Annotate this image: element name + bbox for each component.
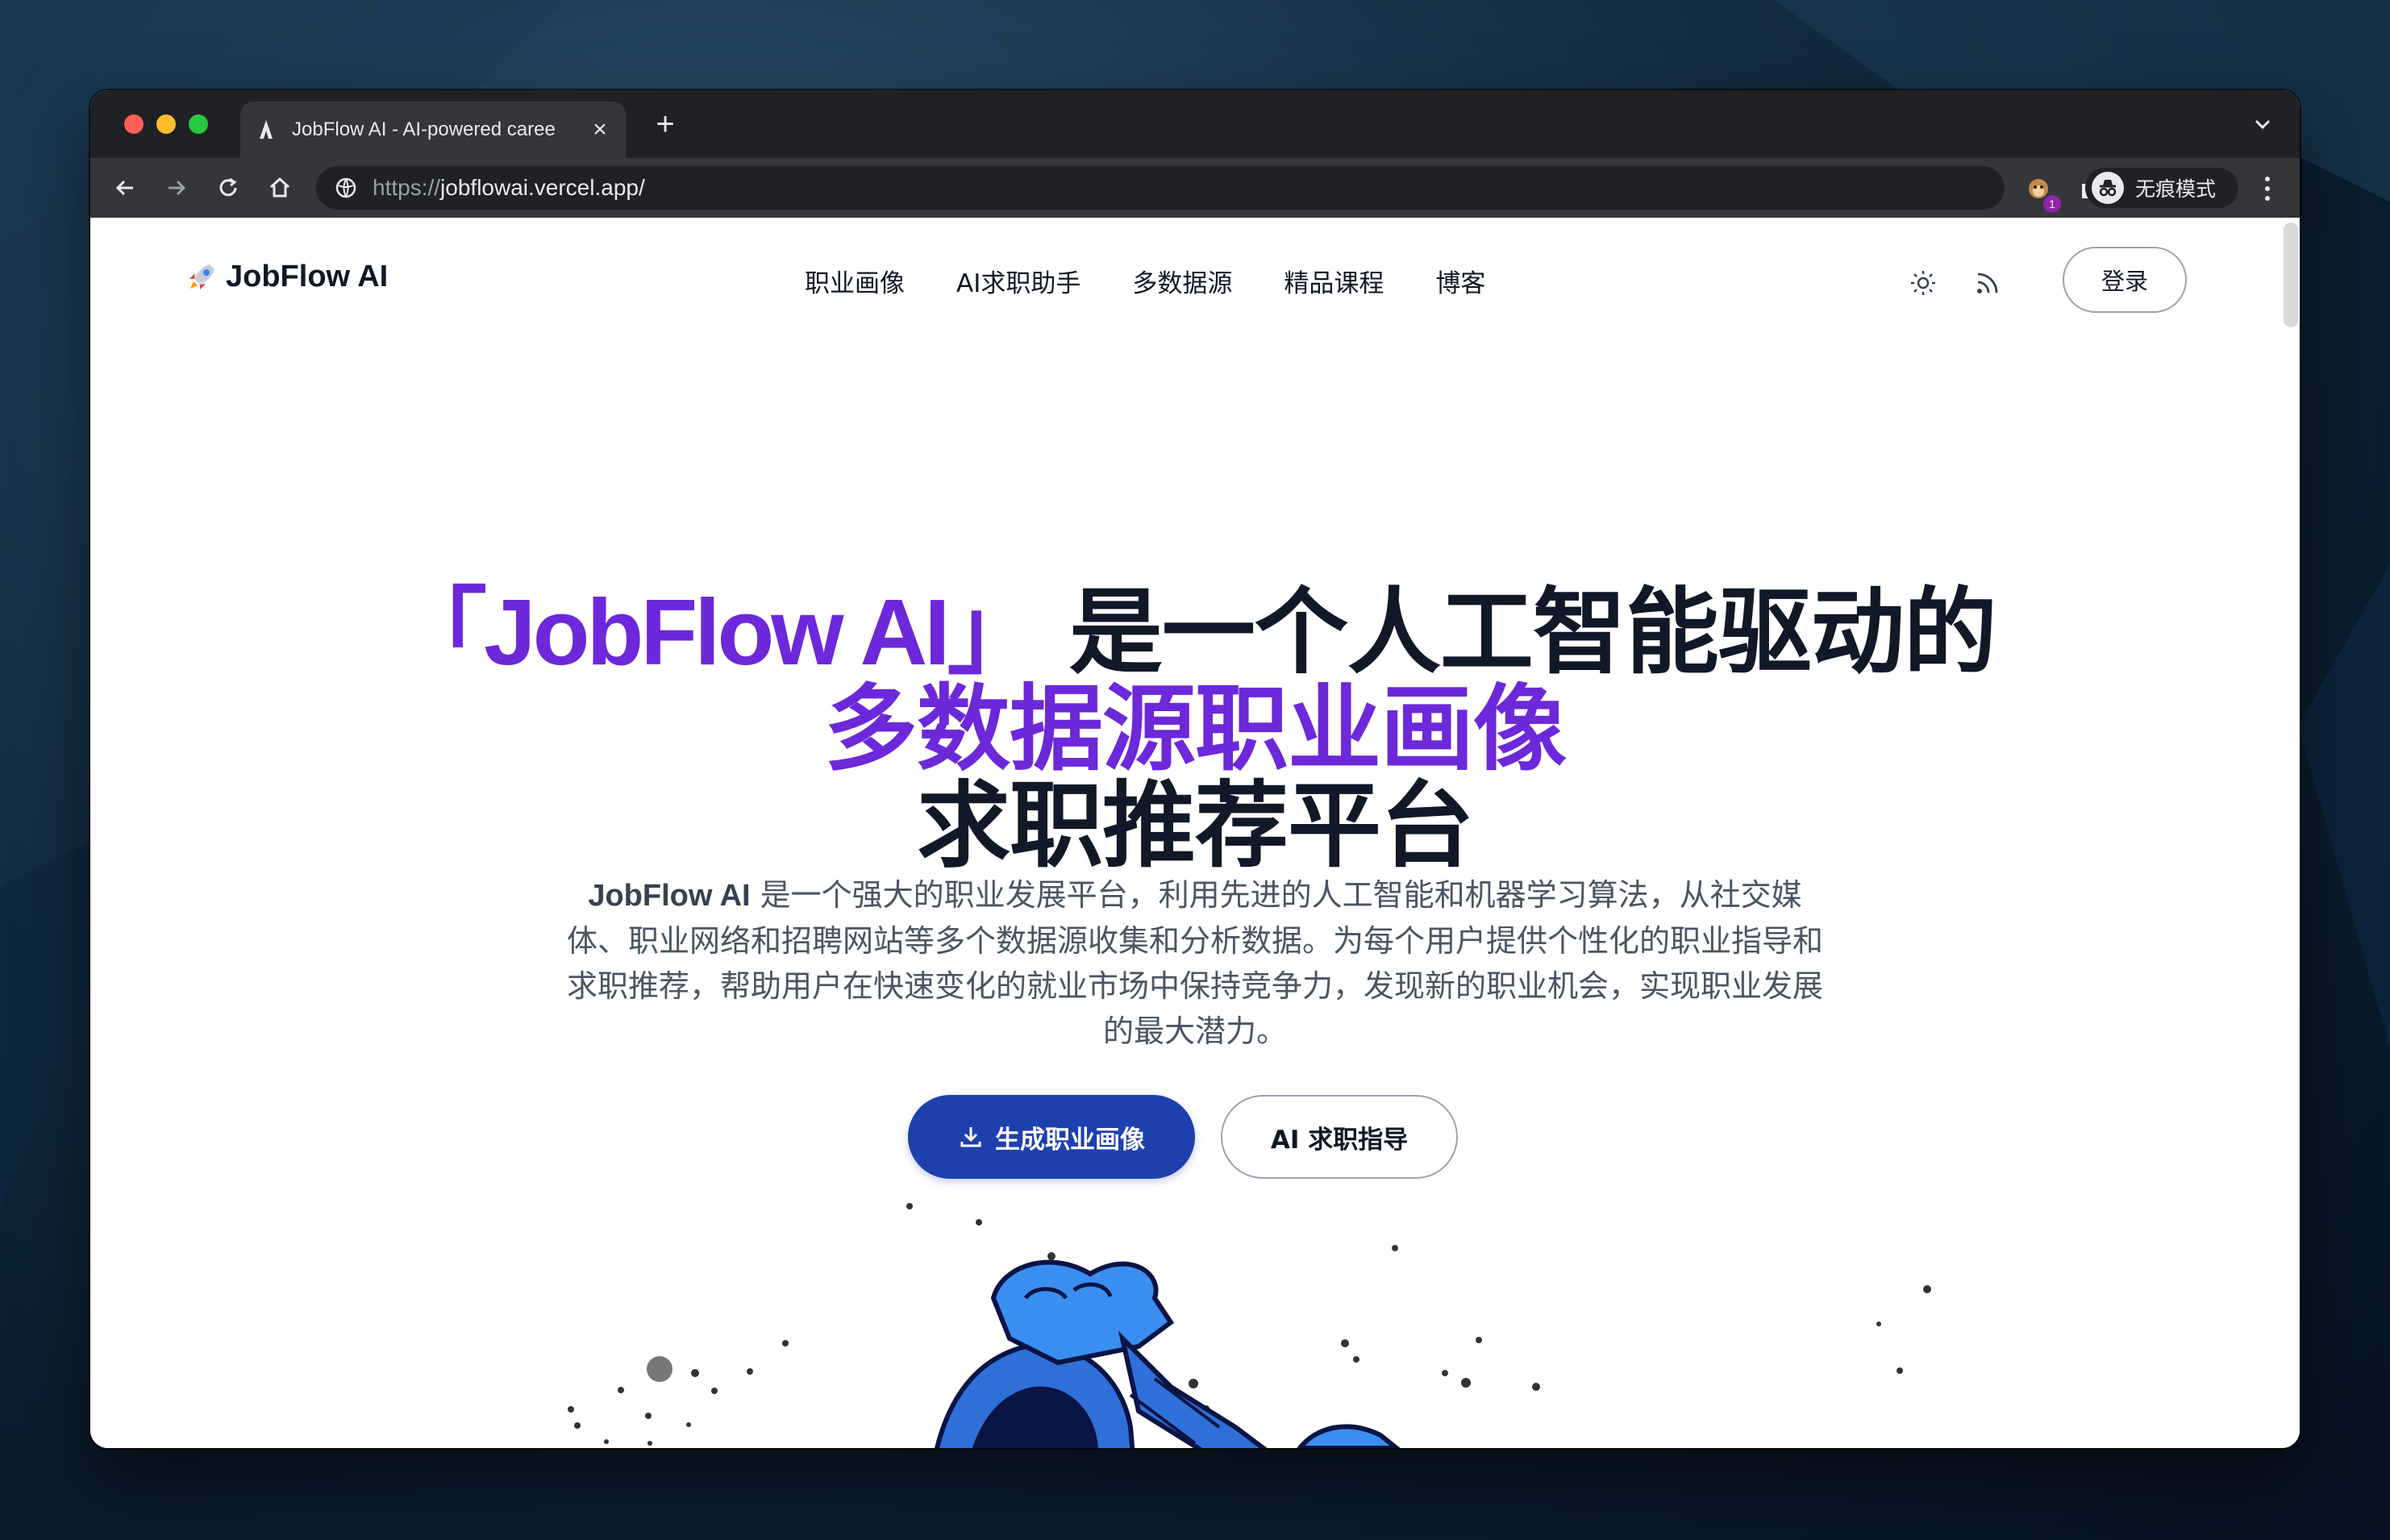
- browser-window: JobFlow AI - AI-powered caree × + https:…: [90, 90, 2300, 1448]
- generate-profile-button[interactable]: 生成职业画像: [908, 1095, 1195, 1179]
- url-host: jobflowai.vercel.app/: [440, 175, 645, 200]
- maximize-window-button[interactable]: [189, 114, 208, 134]
- tab-search-chevron-icon[interactable]: [2250, 111, 2275, 137]
- hero-description-text: 是一个强大的职业发展平台，利用先进的人工智能和机器学习算法，从社交媒体、职业网络…: [566, 877, 1823, 1049]
- tab-bar: JobFlow AI - AI-powered caree × +: [90, 90, 2300, 158]
- nav-item-courses[interactable]: 精品课程: [1284, 263, 1384, 299]
- minimize-window-button[interactable]: [156, 114, 176, 134]
- browser-menu-icon[interactable]: [2259, 174, 2275, 203]
- nav-item-blog[interactable]: 博客: [1435, 263, 1485, 299]
- theme-toggle-sun-icon[interactable]: [1906, 266, 1940, 300]
- extension-badge: 1: [2043, 195, 2061, 213]
- back-icon[interactable]: [108, 171, 142, 205]
- generate-profile-label: 生成职业画像: [995, 1125, 1145, 1155]
- astronaut-illustration: [568, 1203, 1931, 1448]
- logo-text: JobFlow AI: [226, 260, 389, 293]
- new-tab-button[interactable]: +: [647, 106, 684, 144]
- site-logo[interactable]: JobFlow AI: [185, 260, 388, 294]
- hero-description: JobFlow AI 是一个强大的职业发展平台，利用先进的人工智能和机器学习算法…: [558, 872, 1832, 1054]
- nav-item-career-profile[interactable]: 职业画像: [805, 263, 905, 299]
- address-bar[interactable]: https:// jobflowai.vercel.app/: [316, 166, 2005, 210]
- incognito-indicator[interactable]: 无痕模式: [2085, 168, 2238, 208]
- nav-item-ai-assistant[interactable]: AI求职助手: [956, 263, 1080, 299]
- site-favicon-icon: [255, 119, 277, 141]
- download-icon: [960, 1127, 981, 1147]
- web-page: JobFlow AI 职业画像 AI求职助手 多数据源 精品课程 博客 登录 「…: [90, 218, 2300, 1448]
- ai-job-guidance-button[interactable]: AI 求职指导: [1221, 1095, 1458, 1179]
- tab-close-icon[interactable]: ×: [589, 116, 611, 144]
- hero-title-line3: 求职推荐平台: [917, 772, 1474, 880]
- nav-item-data-sources[interactable]: 多数据源: [1132, 263, 1232, 299]
- rocket-icon: [185, 261, 218, 293]
- browser-tab[interactable]: JobFlow AI - AI-powered caree ×: [240, 102, 626, 158]
- url-scheme: https://: [373, 175, 441, 200]
- main-nav: 职业画像 AI求职助手 多数据源 精品课程 博客: [805, 263, 1485, 299]
- close-window-button[interactable]: [124, 114, 144, 134]
- hero-description-brand: JobFlow AI: [588, 879, 751, 913]
- reload-icon[interactable]: [211, 171, 245, 205]
- login-button[interactable]: 登录: [2063, 247, 2187, 313]
- home-icon[interactable]: [263, 171, 297, 205]
- site-header: JobFlow AI 职业画像 AI求职助手 多数据源 精品课程 博客 登录: [90, 218, 2300, 342]
- browser-toolbar: https:// jobflowai.vercel.app/ 1 无痕模式: [90, 158, 2300, 218]
- rss-icon[interactable]: [1971, 266, 2005, 300]
- tab-title: JobFlow AI - AI-powered caree: [292, 119, 556, 140]
- forward-icon[interactable]: [160, 171, 194, 205]
- incognito-label: 无痕模式: [2135, 177, 2217, 201]
- site-info-icon[interactable]: [334, 176, 358, 200]
- incognito-icon: [2092, 172, 2124, 204]
